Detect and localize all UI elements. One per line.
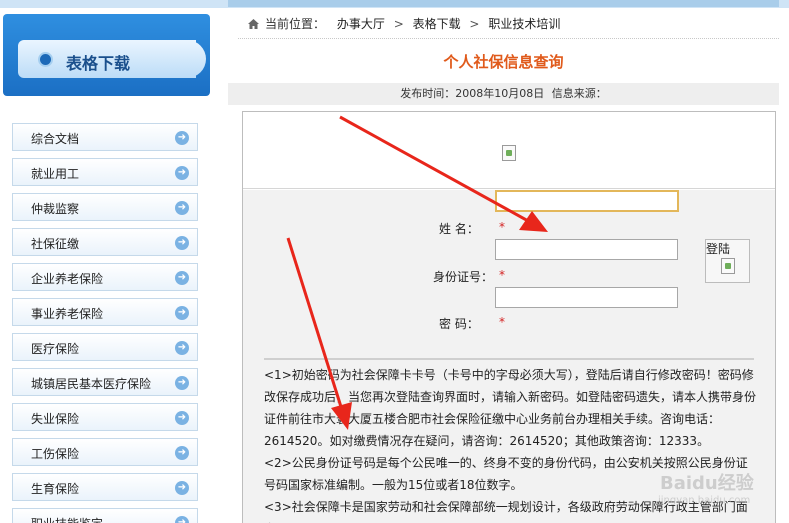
home-icon [248, 19, 259, 29]
sidebar-item-label: 就业用工 [31, 167, 80, 181]
arrow-right-icon: ➜ [175, 446, 189, 460]
sidebar-item-label: 职业技能鉴定 [31, 515, 103, 523]
bullet-icon [38, 52, 53, 67]
sidebar-item-contribution[interactable]: 社保征缴 ➜ [12, 228, 198, 256]
page-title: 个人社保信息查询 [443, 53, 564, 71]
sidebar-item-institution-pension[interactable]: 事业养老保险 ➜ [12, 298, 198, 326]
arrow-right-icon: ➜ [175, 271, 189, 285]
sidebar-menu: 综合文档 ➜ 就业用工 ➜ 仲裁监察 ➜ 社保征缴 ➜ 企业养老保险 ➜ 事业养老保险 ➜ … [12, 123, 198, 523]
arrow-right-icon: ➜ [175, 236, 189, 250]
sidebar-item-label: 综合文档 [31, 132, 80, 146]
sidebar-item-work-injury[interactable]: 工伤保险 ➜ [12, 438, 198, 466]
password-input[interactable] [495, 287, 678, 308]
sidebar-item-label: 生育保险 [31, 482, 80, 496]
publish-time: 发布时间：2008年10月08日 [400, 87, 545, 100]
sidebar-item-employment[interactable]: 就业用工 ➜ [12, 158, 198, 186]
sidebar-item-label: 仲裁监察 [31, 202, 80, 216]
sidebar-title: 表格下载 [66, 54, 131, 73]
sidebar-header-tab[interactable]: 表格下载 [18, 40, 206, 78]
sidebar-item-enterprise-pension[interactable]: 企业养老保险 ➜ [12, 263, 198, 291]
divider [238, 38, 779, 39]
name-input[interactable] [495, 190, 679, 212]
top-strip-accent [228, 0, 779, 7]
arrow-right-icon: ➜ [175, 516, 189, 523]
arrow-right-icon: ➜ [175, 411, 189, 425]
sidebar-header: 表格下载 [3, 14, 210, 96]
breadcrumb-prefix: 当前位置： [265, 17, 326, 31]
breadcrumb-separator: > [469, 17, 480, 31]
login-button[interactable]: 登陆 [705, 239, 750, 283]
breadcrumb-link-forms[interactable]: 表格下载 [413, 17, 461, 31]
breadcrumb-separator: > [393, 17, 404, 31]
sidebar-item-resident-medical[interactable]: 城镇居民基本医疗保险 ➜ [12, 368, 198, 396]
arrow-right-icon: ➜ [175, 341, 189, 355]
arrow-right-icon: ➜ [175, 166, 189, 180]
sidebar-item-label: 城镇居民基本医疗保险 [31, 377, 152, 391]
watermark-text: Baidu经验 [660, 473, 754, 494]
breadcrumb: 当前位置： 办事大厅 > 表格下载 > 职业技术培训 [248, 15, 560, 32]
sidebar-item-comprehensive-docs[interactable]: 综合文档 ➜ [12, 123, 198, 151]
arrow-right-icon: ➜ [175, 201, 189, 215]
breadcrumb-link-hall[interactable]: 办事大厅 [337, 17, 385, 31]
meta-bar: 发布时间：2008年10月08日 信息来源： [228, 83, 779, 105]
arrow-right-icon: ➜ [175, 481, 189, 495]
sidebar-item-skill-appraisal[interactable]: 职业技能鉴定 ➜ [12, 508, 198, 523]
broken-image-icon [721, 258, 735, 274]
sidebar-item-unemployment[interactable]: 失业保险 ➜ [12, 403, 198, 431]
sidebar-item-label: 社保征缴 [31, 237, 80, 251]
required-mark: * [499, 220, 505, 234]
arrow-right-icon: ➜ [175, 306, 189, 320]
name-label: 姓 名： [439, 222, 479, 236]
panel-banner [243, 112, 775, 189]
notes-divider [264, 358, 754, 360]
arrow-right-icon: ➜ [175, 131, 189, 145]
broken-image-icon [502, 145, 516, 161]
password-label: 密 码： [439, 317, 479, 331]
sidebar-item-maternity[interactable]: 生育保险 ➜ [12, 473, 198, 501]
sidebar-item-label: 工伤保险 [31, 447, 80, 461]
login-button-label: 登陆 [706, 242, 731, 256]
sidebar-item-label: 医疗保险 [31, 342, 80, 356]
required-mark: * [499, 315, 505, 329]
required-mark: * [499, 268, 505, 282]
sidebar-item-medical[interactable]: 医疗保险 ➜ [12, 333, 198, 361]
id-number-input[interactable] [495, 239, 678, 260]
sidebar-item-arbitration[interactable]: 仲裁监察 ➜ [12, 193, 198, 221]
sidebar-item-label: 企业养老保险 [31, 272, 104, 286]
note-1: <1>初始密码为社会保障卡卡号（卡号中的字母必须大写），登陆后请自行修改密码！密… [264, 368, 757, 448]
info-source: 信息来源： [551, 87, 607, 100]
id-number-label: 身份证号： [433, 270, 494, 284]
arrow-right-icon: ➜ [175, 376, 189, 390]
sidebar-item-label: 事业养老保险 [31, 307, 104, 321]
breadcrumb-link-training[interactable]: 职业技术培训 [488, 17, 560, 31]
sidebar-item-label: 失业保险 [31, 412, 80, 426]
watermark-url: jingyan.baidu.com [658, 495, 751, 506]
watermark: Baidu经验 jingyan.baidu.com [598, 455, 778, 517]
